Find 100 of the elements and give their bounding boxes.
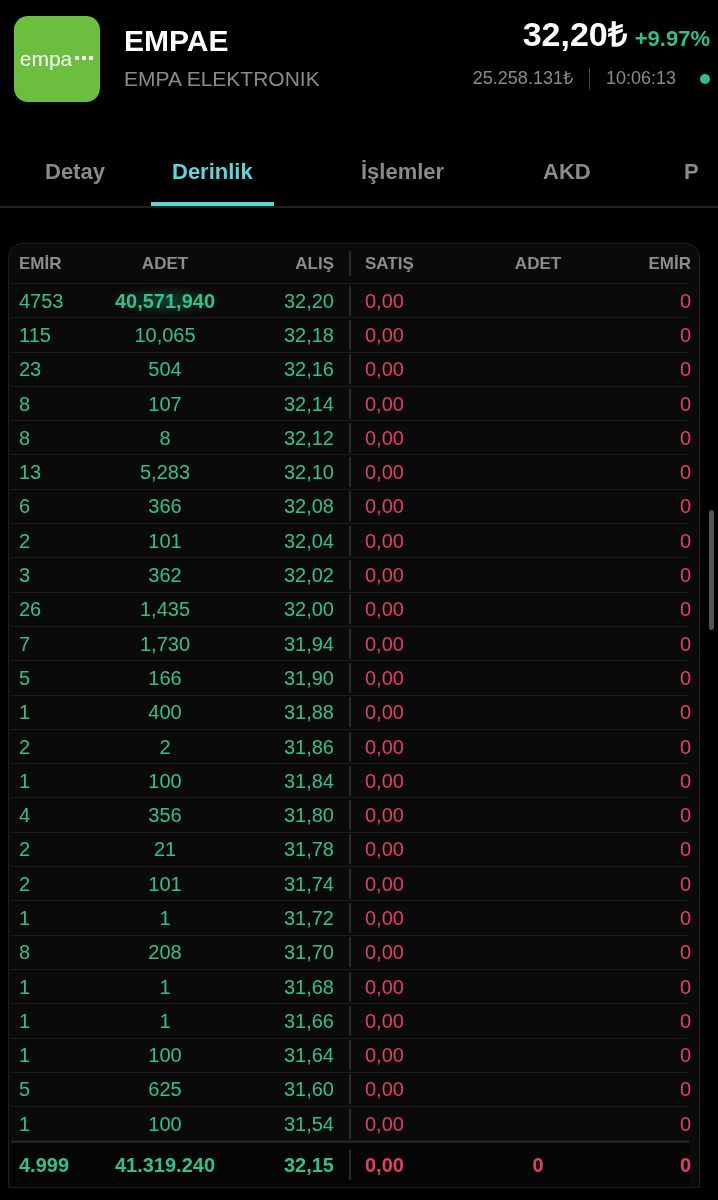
table-cell-text: 0 — [678, 1043, 691, 1069]
table-cell-text: 8 — [158, 425, 172, 451]
table-cell-text: 100 — [147, 1111, 183, 1137]
table-cell-text: 1 — [158, 974, 172, 1000]
table-cell-text: 31,74 — [282, 871, 335, 897]
tab[interactable]: P — [684, 155, 699, 206]
company-name: EMPA ELEKTRONIK — [124, 66, 321, 92]
total-cell-text: 32,15 — [282, 1153, 335, 1179]
total-cell: 0,00 — [349, 1150, 471, 1181]
table-cell: 0,00 — [349, 560, 471, 590]
table-cell-text: 32,08 — [282, 494, 335, 520]
table-cell-text: 0 — [678, 357, 691, 383]
table-cell-text: 1 — [18, 700, 32, 726]
tab[interactable]: Derinlik — [151, 155, 274, 206]
scroll-bar[interactable] — [709, 510, 714, 630]
tab[interactable]: Detay — [45, 155, 105, 206]
table-cell-text: 1 — [18, 768, 32, 794]
table-cell-text: 0 — [678, 803, 691, 829]
table-cell-text: 1 — [18, 906, 32, 931]
table-cell: 0,00 — [349, 388, 471, 419]
table-cell-text: 23 — [18, 357, 43, 383]
table-cell-text: 26 — [18, 597, 43, 623]
table-cell-text: 32,12 — [282, 425, 335, 451]
table-cell-text: 166 — [147, 665, 183, 691]
column-header: EMİR — [647, 252, 691, 275]
table-cell-text: 31,72 — [282, 906, 335, 931]
price-change: +9.97% — [634, 25, 710, 53]
table-cell-text: 0 — [678, 528, 691, 554]
table-cell: 0,00 — [349, 731, 471, 762]
table-cell-text: 2 — [158, 734, 172, 760]
table-cell-text: 31,86 — [282, 734, 335, 760]
table-cell-text: 0 — [678, 700, 691, 726]
table-cell-text: 0 — [678, 460, 691, 486]
column-header: ALIŞ — [294, 252, 335, 275]
table-cell-text: 32,18 — [282, 322, 335, 348]
table-cell: 0,00 — [349, 628, 471, 659]
total-cell-text: 4.999 — [18, 1153, 71, 1179]
table-cell-text: 504 — [147, 357, 183, 383]
table-cell: 0,00 — [349, 319, 471, 350]
table-cell-text: 31,84 — [282, 768, 335, 794]
table-cell-text: 7 — [18, 631, 32, 657]
table-cell-text: 1,435 — [138, 597, 192, 623]
table-cell-text: 356 — [147, 803, 183, 829]
table-cell-text: 208 — [147, 940, 183, 966]
table-cell: 0,00 — [349, 594, 471, 625]
table-cell-text: 0 — [678, 665, 691, 691]
table-cell-text: 5,283 — [138, 460, 192, 486]
table-cell: 0,00 — [349, 765, 471, 796]
total-cell-text: 41.319.240 — [113, 1153, 217, 1179]
table-cell-text: 107 — [147, 391, 183, 417]
table-cell-text: 101 — [147, 871, 183, 897]
table-cell-text: 1 — [158, 1008, 172, 1034]
table-cell-text: 21 — [152, 837, 178, 863]
table-cell-text: 31,78 — [282, 837, 335, 863]
table-cell: 0,00 — [349, 662, 471, 693]
table-cell-text: 0 — [678, 563, 691, 588]
table-cell: 0,00 — [349, 800, 471, 831]
table-cell-text: 0 — [678, 391, 691, 417]
table-cell-text: 0 — [678, 837, 691, 863]
volume-text: 25.258.131₺ — [472, 67, 573, 90]
table-cell-text: 0 — [678, 974, 691, 1000]
table-cell-text: 1 — [158, 906, 172, 931]
table-cell: 0,00 — [349, 285, 471, 316]
table-cell-text: 32,16 — [282, 357, 335, 383]
table-cell: 0,00 — [349, 971, 471, 1002]
table-cell-text: 0 — [678, 940, 691, 966]
table-cell: 0,00 — [349, 1040, 471, 1071]
logo: empa — [14, 16, 100, 102]
table-cell-text: 0 — [678, 322, 691, 348]
table-cell-text: 32,20 — [282, 288, 335, 314]
column-header: EMİR — [18, 252, 63, 275]
table-cell: 0,00 — [349, 491, 471, 522]
table-cell-text: 3 — [18, 563, 32, 588]
table-cell-text: 5 — [18, 665, 32, 691]
total-cell-text: 0 — [678, 1153, 691, 1179]
tab[interactable]: İşlemler — [361, 155, 445, 206]
stock-symbol: EMPAE — [124, 24, 230, 57]
tab[interactable]: AKD — [543, 155, 591, 206]
table-cell-text: 1 — [18, 974, 32, 1000]
table-cell-text: 8 — [18, 425, 32, 451]
table-cell-text: 5 — [18, 1077, 32, 1103]
table-cell-text: 31,64 — [282, 1043, 335, 1069]
table-cell-text: 6 — [18, 494, 32, 520]
table-cell-text: 2 — [18, 871, 32, 897]
table-cell-text: 100 — [147, 1043, 183, 1069]
table-cell-text: 32,14 — [282, 391, 335, 417]
table-cell-text: 31,54 — [282, 1111, 335, 1137]
table-cell-text: 0 — [678, 906, 691, 931]
table-cell: 0,00 — [349, 868, 471, 899]
table-cell-text: 0 — [678, 871, 691, 897]
table-cell-text: 2 — [18, 837, 32, 863]
column-header: SATIŞ — [349, 250, 471, 277]
time-text: 10:06:13 — [605, 67, 676, 90]
table-cell-text: 31,90 — [282, 665, 335, 691]
table-cell-text: 0 — [678, 1077, 691, 1103]
table-cell: 0,00 — [349, 903, 471, 933]
column-header: ADET — [513, 252, 563, 275]
table-cell-text: 32,10 — [282, 460, 335, 486]
table-cell-text: 32,00 — [282, 597, 335, 623]
table-cell-text: 8 — [18, 391, 32, 417]
